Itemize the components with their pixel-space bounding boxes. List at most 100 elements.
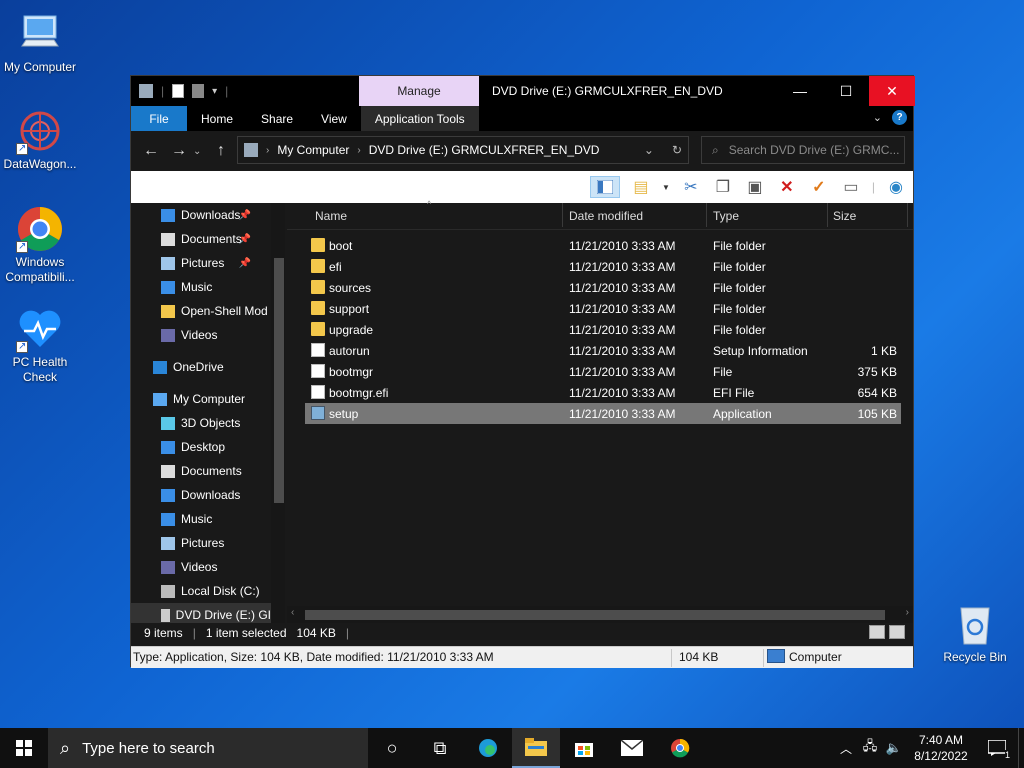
sidebar-item-local-disk-c-[interactable]: Local Disk (C:) [131,579,271,603]
breadcrumb-dvd-drive[interactable]: DVD Drive (E:) GRMCULXFRER_EN_DVD [369,143,600,157]
maximize-button[interactable]: ☐ [823,76,869,106]
chrome-icon[interactable] [656,728,704,768]
network-icon[interactable]: 🖧 [858,737,882,759]
tab-manage[interactable]: Manage [359,76,479,106]
show-hidden-icons[interactable]: ︿ [834,740,858,757]
expand-ribbon-icon[interactable]: ⌄ [873,111,882,124]
column-divider[interactable] [562,203,563,227]
mail-icon[interactable] [608,728,656,768]
volume-icon[interactable]: 🔈 [882,740,906,756]
large-icons-view-icon[interactable] [889,625,905,639]
tab-view[interactable]: View [307,106,361,131]
cut-icon[interactable]: ✂ [680,176,702,198]
table-row[interactable]: efi 11/21/2010 3:33 AM File folder [305,256,901,277]
table-row[interactable]: support 11/21/2010 3:33 AM File folder [305,298,901,319]
forward-button[interactable]: → [165,142,193,160]
table-row[interactable]: sources 11/21/2010 3:33 AM File folder [305,277,901,298]
table-row[interactable]: autorun 11/21/2010 3:33 AM Setup Informati… [305,340,901,361]
minimize-button[interactable]: — [777,76,823,106]
sidebar-item-desktop[interactable]: Desktop [131,435,271,459]
globe-icon[interactable]: ◉ [885,176,907,198]
sidebar-item-label: DVD Drive (E:) GI [175,608,271,622]
sidebar-item-my-computer[interactable]: My Computer [131,387,271,411]
navigation-pane-icon[interactable] [589,176,620,198]
close-button[interactable]: ✕ [869,76,915,106]
dropdown-icon[interactable]: ▼ [662,183,670,192]
tab-file[interactable]: File [131,106,187,131]
taskbar-search[interactable]: ⌕ Type here to search [48,728,368,768]
folder-options-icon[interactable]: ▤ [630,176,652,198]
desktop-icon-recycle-bin[interactable]: Recycle Bin [935,600,1015,665]
window-title: DVD Drive (E:) GRMCULXFRER_EN_DVD [492,84,723,98]
table-row[interactable]: setup 11/21/2010 3:33 AM Application 105 KB [305,403,901,424]
show-desktop-button[interactable] [1018,728,1024,768]
delete-icon[interactable]: ✕ [776,176,798,198]
refresh-icon[interactable]: ↻ [672,143,682,157]
column-divider[interactable] [907,203,908,227]
properties-check-icon[interactable]: ✓ [808,176,830,198]
cell-type: File [713,365,733,379]
tab-home[interactable]: Home [187,106,247,131]
customize-qat-icon[interactable]: ▾ [212,86,217,97]
new-folder-icon[interactable] [192,84,205,98]
sidebar-item-downloads[interactable]: Downloads [131,483,271,507]
store-icon[interactable] [560,728,608,768]
table-row[interactable]: bootmgr 11/21/2010 3:33 AM File 375 KB [305,361,901,382]
back-button[interactable]: ← [137,142,165,160]
sidebar-item-music[interactable]: Music [131,275,271,299]
properties-icon[interactable] [172,84,185,98]
scrollbar-thumb[interactable] [274,258,284,503]
search-input[interactable]: ⌕ Search DVD Drive (E:) GRMC... [701,136,905,164]
column-type[interactable]: Type [713,209,739,223]
separator: | [225,84,229,98]
clock[interactable]: 7:40 AM 8/12/2022 [906,732,976,764]
address-dropdown-icon[interactable]: ⌄ [644,143,654,157]
desktop-icon-pc-health[interactable]: PC Health Check [0,305,80,385]
tab-application-tools[interactable]: Application Tools [360,106,479,131]
column-size[interactable]: Size [833,209,856,223]
desktop-icon-windows-compat[interactable]: Windows Compatibili... [0,205,80,285]
nav-scrollbar[interactable] [271,203,285,623]
sidebar-item-videos[interactable]: Videos [131,323,271,347]
sidebar-item-onedrive[interactable]: OneDrive [131,355,271,379]
file-explorer-icon[interactable] [512,728,560,768]
sidebar-item-open-shell-mod[interactable]: Open-Shell Mod [131,299,271,323]
paste-icon[interactable]: ▣ [744,176,766,198]
table-row[interactable]: bootmgr.efi 11/21/2010 3:33 AM EFI File 654… [305,382,901,403]
column-divider[interactable] [706,203,707,227]
sidebar-item-pictures[interactable]: Pictures [131,531,271,555]
rename-icon[interactable]: ▭ [840,176,862,198]
cortana-icon[interactable]: ○ [368,728,416,768]
copy-icon[interactable]: ❐ [712,176,734,198]
task-view-icon[interactable]: ⧉ [416,728,464,768]
sidebar-item-music[interactable]: Music [131,507,271,531]
address-bar[interactable]: › My Computer › DVD Drive (E:) GRMCULXFR… [237,136,689,164]
horizontal-scrollbar[interactable]: ‹ › [287,606,913,623]
up-button[interactable]: ↑ [207,142,235,160]
table-row[interactable]: boot 11/21/2010 3:33 AM File folder [305,235,901,256]
desktop-icon-my-computer[interactable]: My Computer [0,10,80,75]
recent-locations-icon[interactable]: ⌄ [193,146,207,157]
sidebar-item-pictures[interactable]: Pictures 📌 [131,251,271,275]
scroll-right-icon[interactable]: › [906,607,909,618]
sidebar-item-3d-objects[interactable]: 3D Objects [131,411,271,435]
column-name[interactable]: Name [315,209,347,223]
desktop-icon-datawagon[interactable]: DataWagon... [0,107,80,172]
sidebar-item-videos[interactable]: Videos [131,555,271,579]
sidebar-item-dvd-drive-e-gi[interactable]: DVD Drive (E:) GI [131,603,271,623]
scroll-left-icon[interactable]: ‹ [291,607,294,618]
sidebar-item-documents[interactable]: Documents [131,459,271,483]
edge-icon[interactable] [464,728,512,768]
help-icon[interactable]: ? [892,110,907,125]
start-button[interactable] [0,728,48,768]
table-row[interactable]: upgrade 11/21/2010 3:33 AM File folder [305,319,901,340]
sidebar-item-downloads[interactable]: Downloads 📌 [131,203,271,227]
notifications-icon[interactable]: 1 [976,728,1018,768]
sidebar-item-documents[interactable]: Documents 📌 [131,227,271,251]
column-divider[interactable] [827,203,828,227]
tab-share[interactable]: Share [247,106,307,131]
scrollbar-thumb[interactable] [305,610,885,620]
breadcrumb-my-computer[interactable]: My Computer [277,143,349,157]
column-date[interactable]: Date modified [569,209,643,223]
details-view-icon[interactable] [869,625,885,639]
